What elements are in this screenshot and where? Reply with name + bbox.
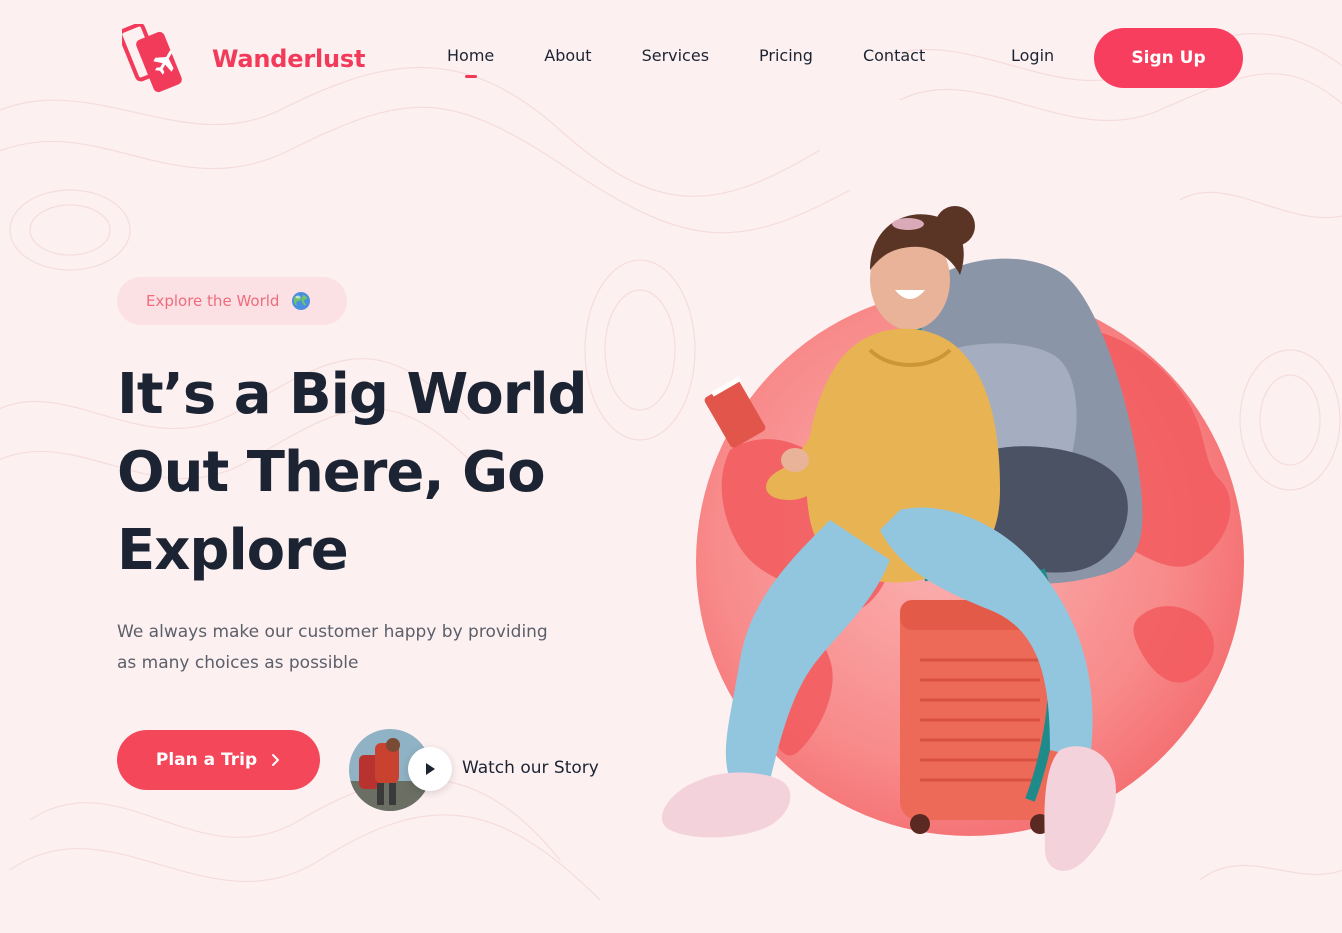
plan-trip-button[interactable]: Plan a Trip: [117, 730, 320, 790]
explore-badge: Explore the World: [117, 277, 347, 325]
chevron-right-icon: [272, 754, 280, 766]
hero-title: It’s a Big World Out There, Go Explore: [117, 356, 637, 590]
nav-services[interactable]: Services: [642, 46, 709, 65]
nav-pricing[interactable]: Pricing: [759, 46, 813, 65]
nav-contact[interactable]: Contact: [863, 46, 925, 65]
site-header: Wanderlust Home About Services Pricing C…: [0, 0, 1342, 118]
login-link[interactable]: Login: [1011, 46, 1054, 65]
globe-icon: [292, 292, 311, 310]
main-nav: Home About Services Pricing Contact: [447, 46, 975, 78]
nav-about[interactable]: About: [544, 46, 591, 65]
plan-trip-label: Plan a Trip: [155, 750, 258, 770]
logo[interactable]: Wanderlust: [122, 24, 365, 94]
hero-title-line-3: Explore: [117, 518, 349, 583]
hero-title-line-2: Out There, Go: [117, 440, 546, 505]
hero-subtitle: We always make our customer happy by pro…: [117, 617, 617, 679]
play-icon: [426, 763, 435, 775]
hero-subtitle-line-1: We always make our customer happy by pro…: [117, 622, 548, 642]
play-button[interactable]: [408, 747, 452, 791]
watch-story-link[interactable]: Watch our Story: [462, 758, 599, 778]
ticket-plane-icon: [122, 24, 182, 93]
hero-subtitle-line-2: as many choices as possible: [117, 653, 359, 673]
nav-home[interactable]: Home: [447, 46, 494, 78]
hero-title-line-1: It’s a Big World: [117, 362, 588, 427]
hero-illustration: [661, 206, 1244, 871]
signup-button[interactable]: Sign Up: [1094, 28, 1243, 88]
brand-name: Wanderlust: [212, 45, 366, 73]
badge-text: Explore the World: [146, 292, 280, 310]
